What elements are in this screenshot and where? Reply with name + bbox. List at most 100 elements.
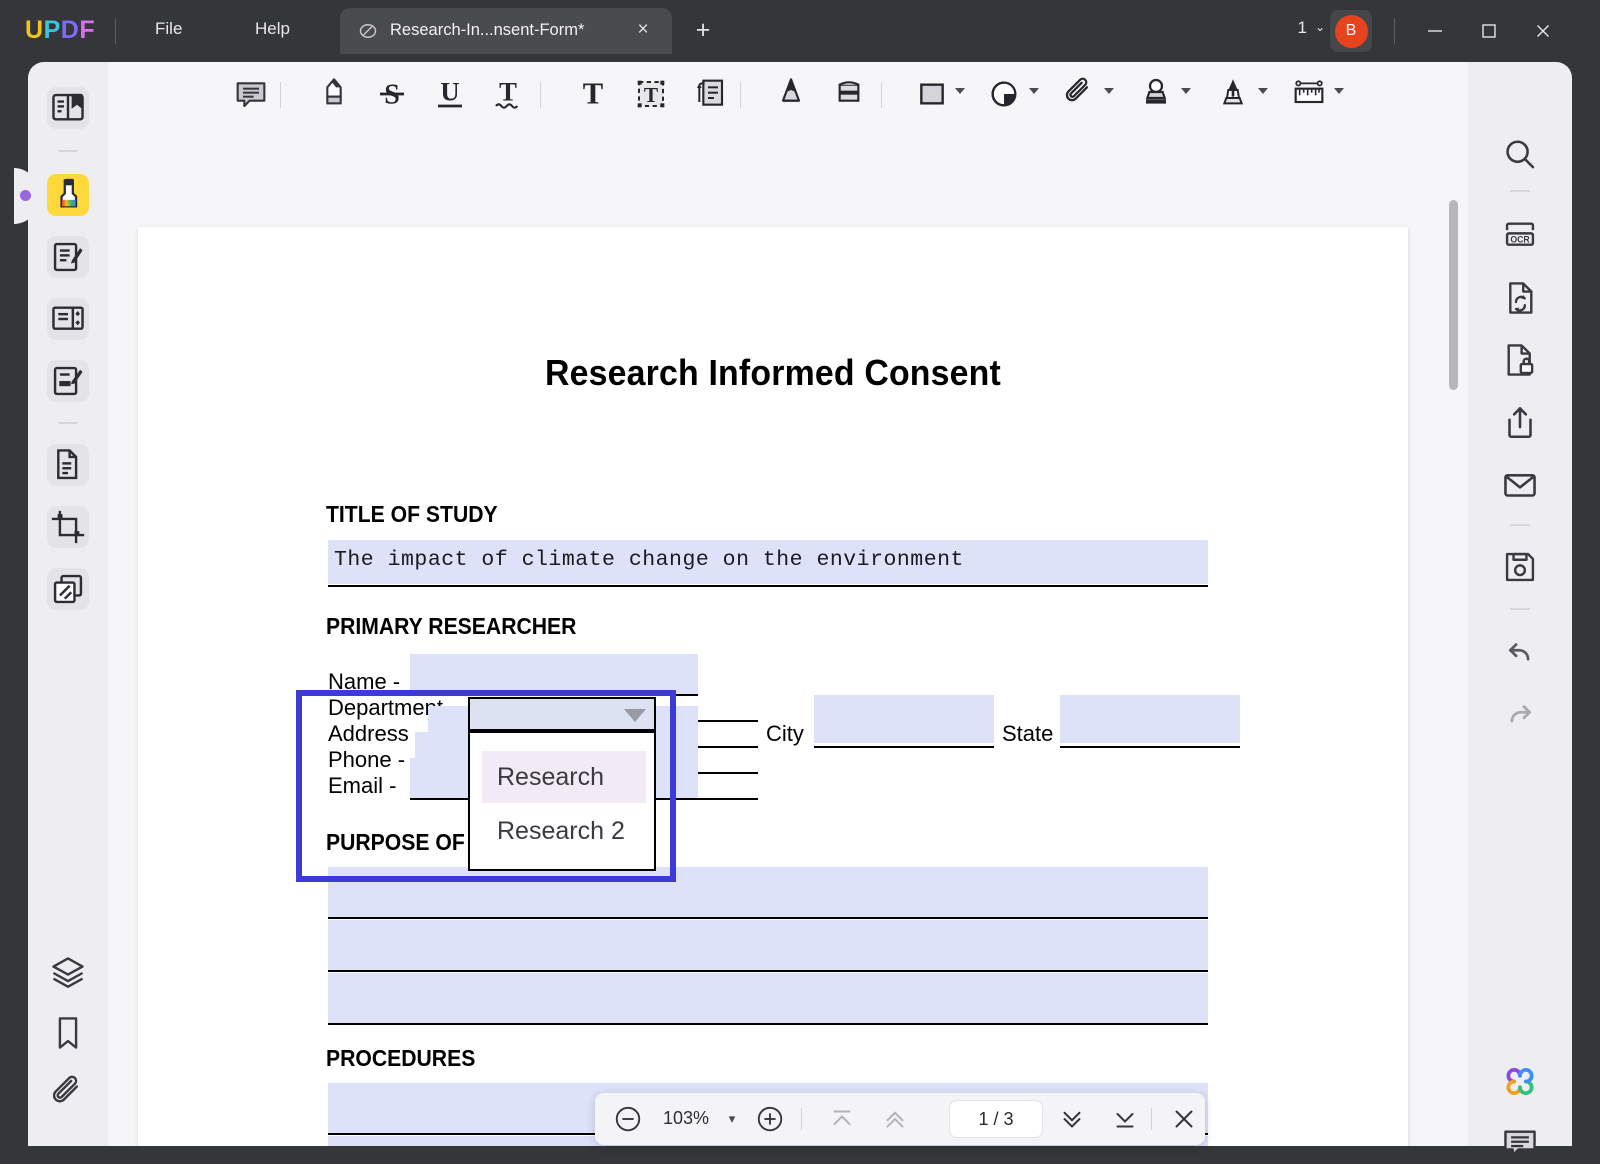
- first-page-button[interactable]: [827, 1104, 857, 1134]
- prev-page-button[interactable]: [880, 1104, 910, 1134]
- eraser-icon[interactable]: [828, 74, 870, 114]
- field-purpose-line-2[interactable]: [328, 920, 1208, 970]
- department-dropdown[interactable]: [468, 697, 656, 731]
- right-sidebar: OCR: [1468, 62, 1572, 1146]
- squiggly-underline-icon[interactable]: T: [487, 74, 529, 114]
- field-purpose-line-3[interactable]: [328, 973, 1208, 1023]
- signature-icon[interactable]: [1212, 74, 1254, 114]
- svg-text:OCR: OCR: [1510, 234, 1530, 244]
- sidebar-item-layers[interactable]: [47, 952, 89, 994]
- zoom-level[interactable]: 103%: [655, 1108, 717, 1129]
- zoom-dropdown-icon[interactable]: ▾: [723, 1111, 741, 1127]
- dropdown-arrow-icon: [624, 709, 646, 722]
- menu-file[interactable]: File: [155, 19, 182, 39]
- toolbar-divider-3: [740, 82, 741, 108]
- dropdown-option-research[interactable]: Research: [497, 763, 604, 792]
- sidebar-item-page-edit[interactable]: [47, 298, 89, 340]
- tab-title: Research-In...nsent-Form*: [390, 21, 584, 40]
- comment-note-icon[interactable]: [230, 74, 272, 114]
- email-icon[interactable]: [1499, 464, 1541, 506]
- titlebar-divider-2: [1394, 18, 1395, 44]
- ocr-icon[interactable]: OCR: [1499, 214, 1541, 256]
- search-icon[interactable]: [1499, 134, 1541, 176]
- protect-icon[interactable]: [1499, 339, 1541, 381]
- text-icon[interactable]: T: [572, 74, 614, 114]
- stamp-shape-icon[interactable]: [983, 74, 1025, 114]
- menu-help[interactable]: Help: [255, 19, 290, 39]
- sidebar-item-prepare-form[interactable]: [47, 360, 89, 402]
- undo-icon[interactable]: [1499, 630, 1541, 672]
- comment-panel-icon[interactable]: [1499, 1122, 1541, 1164]
- save-icon[interactable]: [1499, 546, 1541, 588]
- attachment-icon[interactable]: [1058, 74, 1100, 114]
- sidebar-item-bookmark[interactable]: [47, 1012, 89, 1054]
- close-icon[interactable]: [1528, 16, 1558, 46]
- bottom-toolbar: 103% ▾ 1 / 3: [595, 1093, 1205, 1145]
- maximize-icon[interactable]: [1474, 16, 1504, 46]
- document-tab[interactable]: Research-In...nsent-Form* ×: [340, 8, 672, 54]
- title-bar: UPDF File Help Research-In...nsent-Form*…: [0, 0, 1600, 62]
- underline-icon[interactable]: U: [429, 74, 471, 114]
- chevron-down-icon-stamp-shape[interactable]: [1029, 88, 1039, 94]
- last-page-button[interactable]: [1110, 1104, 1140, 1134]
- close-bottom-bar-button[interactable]: [1169, 1104, 1199, 1134]
- avatar[interactable]: B: [1330, 10, 1372, 52]
- strikethrough-icon[interactable]: S: [371, 74, 413, 114]
- page-indicator[interactable]: 1 / 3: [950, 1101, 1042, 1137]
- stamp-icon[interactable]: [1135, 74, 1177, 114]
- underline-purpose-1: [328, 917, 1208, 919]
- page-viewport[interactable]: Research Informed Consent TITLE OF STUDY…: [108, 124, 1468, 1146]
- section-heading-procedures: PROCEDURES: [326, 1045, 475, 1072]
- field-state[interactable]: [1060, 695, 1240, 743]
- field-name[interactable]: [410, 654, 698, 694]
- sidebar-item-compare[interactable]: [47, 568, 89, 610]
- svg-text:T: T: [583, 76, 603, 110]
- field-city[interactable]: [814, 695, 994, 743]
- sidebar-item-reader[interactable]: [47, 87, 89, 129]
- chevron-down-icon-stamp[interactable]: [1181, 88, 1191, 94]
- highlight-icon[interactable]: [313, 74, 355, 114]
- label-city: City: [766, 721, 804, 747]
- toolbar-divider-1: [280, 82, 281, 108]
- convert-icon[interactable]: [1499, 277, 1541, 319]
- zoom-out-button[interactable]: [613, 1104, 643, 1134]
- sidebar-notch-dot[interactable]: [20, 190, 31, 201]
- sidebar-item-edit-pdf[interactable]: [47, 236, 89, 278]
- left-sidebar: [28, 62, 108, 1146]
- sidebar-item-comment[interactable]: [47, 174, 89, 216]
- shape-rectangle-icon[interactable]: [911, 74, 953, 114]
- chevron-down-icon-signature[interactable]: [1258, 88, 1268, 94]
- toolbar-divider-4: [881, 82, 882, 108]
- titlebar-divider: [115, 18, 116, 44]
- chevron-down-icon-measure[interactable]: [1334, 88, 1344, 94]
- new-tab-button[interactable]: +: [690, 18, 716, 44]
- sidebar-item-organize-pages[interactable]: [47, 444, 89, 486]
- zoom-in-button[interactable]: [755, 1104, 785, 1134]
- sidebar-divider-2: [58, 422, 78, 424]
- underline-title: [328, 585, 1208, 587]
- pencil-icon[interactable]: [770, 74, 812, 114]
- sidebar-item-attachments[interactable]: [47, 1072, 89, 1114]
- share-icon[interactable]: [1499, 402, 1541, 444]
- text-box-icon[interactable]: T: [630, 74, 672, 114]
- updf-doc-icon: [358, 21, 378, 41]
- dropdown-option-research-2[interactable]: Research 2: [497, 817, 625, 846]
- minimize-icon[interactable]: [1420, 16, 1450, 46]
- tab-close-icon[interactable]: ×: [632, 19, 654, 41]
- window-count[interactable]: 1⌄: [1297, 18, 1325, 38]
- chevron-down-icon-shapes[interactable]: [955, 88, 965, 94]
- redo-icon[interactable]: [1499, 692, 1541, 734]
- sidebar-item-crop[interactable]: [47, 506, 89, 548]
- page-scrollbar-thumb[interactable]: [1449, 200, 1458, 390]
- bottom-divider-2: [1151, 1108, 1152, 1130]
- dropdown-list[interactable]: Research Research 2: [468, 731, 656, 871]
- measure-icon[interactable]: [1288, 74, 1330, 114]
- sticky-note-icon[interactable]: [689, 74, 731, 114]
- chevron-down-icon-attachment[interactable]: [1104, 88, 1114, 94]
- pdf-page[interactable]: Research Informed Consent TITLE OF STUDY…: [138, 227, 1408, 1146]
- annotation-toolbar: S U T: [108, 62, 1468, 124]
- workspace: S U T: [0, 56, 1600, 1146]
- ai-assistant-icon[interactable]: [1499, 1062, 1541, 1104]
- page-scrollbar[interactable]: [1449, 142, 1458, 1146]
- next-page-button[interactable]: [1057, 1104, 1087, 1134]
